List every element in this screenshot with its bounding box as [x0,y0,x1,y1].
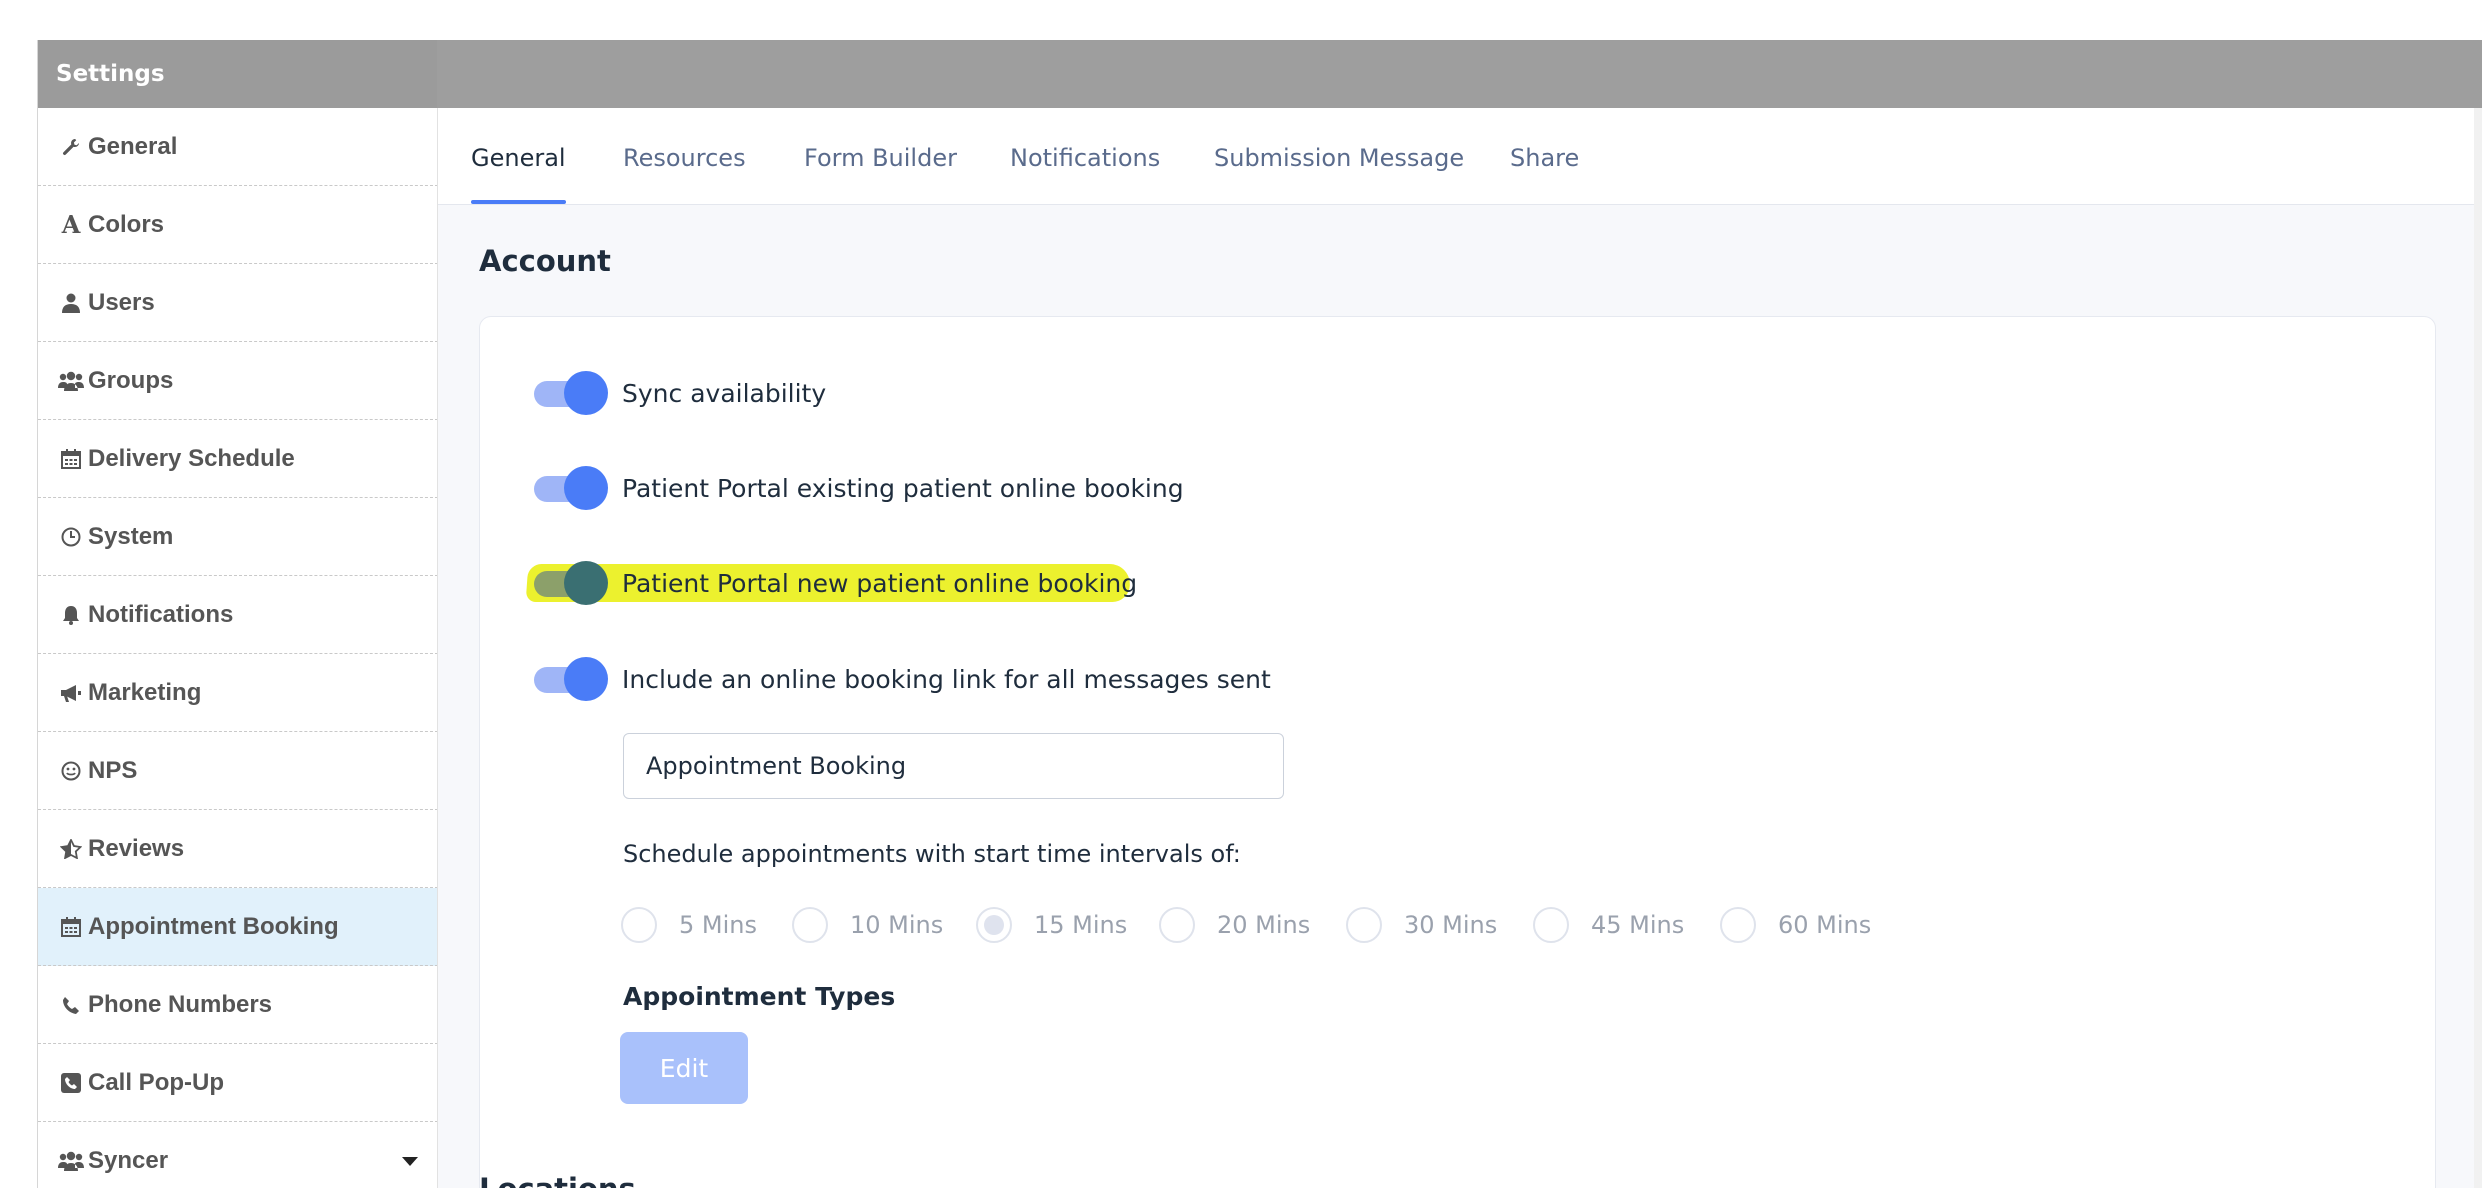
users-icon [58,1151,84,1171]
radio-circle [1533,907,1569,943]
bell-icon [58,605,84,625]
settings-sidebar: Settings General A Colors Users Groups D… [37,40,439,1188]
tab-bar: General Resources Form Builder Notificat… [438,108,2482,205]
interval-label: Schedule appointments with start time in… [623,840,1241,868]
interval-radio-20[interactable]: 20 Mins [1159,905,1310,945]
new-patient-booking-toggle[interactable] [532,559,610,607]
megaphone-icon [58,683,84,703]
star-half-icon [58,838,84,859]
radio-label: 5 Mins [679,911,757,939]
interval-radio-15[interactable]: 15 Mins [976,905,1127,945]
sidebar-item-syncer[interactable]: Syncer [38,1122,438,1188]
radio-label: 15 Mins [1034,911,1128,939]
sidebar-item-nps[interactable]: NPS [38,732,438,810]
sidebar-item-label: System [88,522,174,550]
sidebar-item-label: Syncer [88,1146,169,1174]
booking-link-toggle[interactable] [532,655,610,703]
radio-circle-selected [976,907,1012,943]
radio-dot [984,915,1004,935]
sidebar-item-general[interactable]: General [38,108,438,186]
account-section-title: Account [479,244,611,278]
sidebar-item-system[interactable]: System [38,498,438,576]
radio-label: 10 Mins [850,911,944,939]
toggle-label: Patient Portal existing patient online b… [622,473,1184,503]
tab-submission-message[interactable]: Submission Message [1214,108,1464,204]
tab-notifications[interactable]: Notifications [1010,108,1160,204]
sidebar-item-notifications[interactable]: Notifications [38,576,438,654]
interval-radio-5[interactable]: 5 Mins [621,905,757,945]
radio-label: 30 Mins [1404,911,1498,939]
sidebar-item-label: Marketing [88,678,202,706]
sidebar-item-delivery-schedule[interactable]: Delivery Schedule [38,420,438,498]
radio-circle [621,907,657,943]
caret-down-icon[interactable] [402,1146,418,1174]
sidebar-item-appointment-booking[interactable]: Appointment Booking [38,888,438,966]
account-card: Sync availability Patient Portal existin… [479,316,2436,1188]
clock-icon [58,527,84,547]
sidebar-item-label: General [88,132,178,160]
tab-general[interactable]: General [471,108,566,204]
interval-radio-10[interactable]: 10 Mins [792,905,943,945]
user-icon [58,293,84,313]
sidebar-item-phone-numbers[interactable]: Phone Numbers [38,966,438,1044]
edit-appointment-types-button[interactable]: Edit [620,1032,748,1104]
smile-icon [58,761,84,781]
toggle-label: Include an online booking link for all m… [622,664,1271,694]
radio-label: 45 Mins [1591,911,1685,939]
toggle-row-new-patient-booking: Patient Portal new patient online bookin… [532,559,1137,607]
appointment-types-label: Appointment Types [623,982,896,1011]
sidebar-item-label: Appointment Booking [88,912,339,940]
sidebar-item-label: Groups [88,366,174,394]
sidebar-item-label: Notifications [88,600,234,628]
locations-section-title: Locations [479,1172,636,1188]
sidebar-item-colors[interactable]: A Colors [38,186,438,264]
toggle-row-booking-link: Include an online booking link for all m… [532,655,1271,703]
tab-share[interactable]: Share [1510,108,1579,204]
sidebar-item-marketing[interactable]: Marketing [38,654,438,732]
sidebar-item-groups[interactable]: Groups [38,342,438,420]
sidebar-item-label: Colors [88,210,165,238]
sidebar-item-label: Delivery Schedule [88,444,295,472]
sidebar-header: Settings [38,40,438,108]
phone-icon [58,996,84,1014]
sidebar-item-reviews[interactable]: Reviews [38,810,438,888]
toggle-row-sync-availability: Sync availability [532,369,826,417]
radio-circle [1159,907,1195,943]
radio-circle [792,907,828,943]
radio-label: 60 Mins [1778,911,1872,939]
toggle-label: Patient Portal new patient online bookin… [622,568,1138,598]
toggle-row-existing-patient-booking: Patient Portal existing patient online b… [532,464,1184,512]
tab-resources[interactable]: Resources [623,108,746,204]
radio-circle [1346,907,1382,943]
top-header-bar [437,40,2482,108]
font-icon: A [61,210,81,239]
interval-radio-45[interactable]: 45 Mins [1533,905,1684,945]
radio-circle [1720,907,1756,943]
calendar-icon [58,448,84,469]
sidebar-item-label: Reviews [88,834,185,862]
booking-link-text-input[interactable] [623,733,1284,799]
sidebar-item-label: Users [88,288,155,316]
page-scrollbar[interactable] [2474,108,2482,1188]
sidebar-item-label: Phone Numbers [88,990,273,1018]
interval-radio-30[interactable]: 30 Mins [1346,905,1497,945]
radio-label: 20 Mins [1217,911,1311,939]
sidebar-item-users[interactable]: Users [38,264,438,342]
sidebar-item-label: Call Pop-Up [88,1068,224,1096]
sidebar-item-call-pop-up[interactable]: Call Pop-Up [38,1044,438,1122]
sidebar-item-label: NPS [88,756,138,784]
wrench-icon [58,137,84,157]
interval-radio-60[interactable]: 60 Mins [1720,905,1871,945]
existing-patient-booking-toggle[interactable] [532,464,610,512]
sync-availability-toggle[interactable] [532,369,610,417]
tab-form-builder[interactable]: Form Builder [804,108,957,204]
phone-square-icon [58,1072,84,1093]
calendar-icon [58,916,84,937]
toggle-label: Sync availability [622,378,827,408]
main-panel: General Resources Form Builder Notificat… [437,108,2482,1188]
users-icon [58,371,84,391]
